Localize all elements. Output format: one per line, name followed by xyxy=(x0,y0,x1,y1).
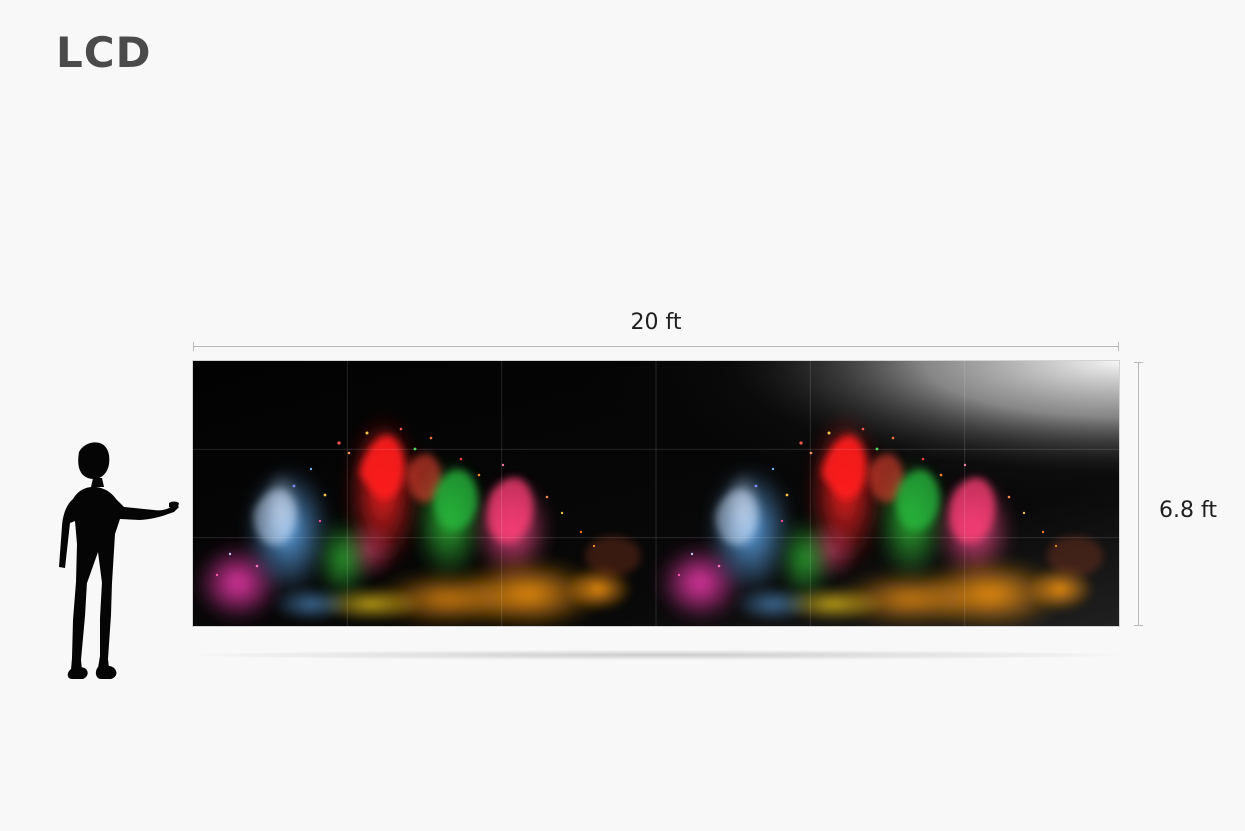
height-dimension-label: 6.8 ft xyxy=(1159,498,1217,523)
width-dimension-line xyxy=(193,342,1119,351)
video-wall-graphic xyxy=(193,361,1119,626)
width-dimension-label: 20 ft xyxy=(630,310,682,335)
person-silhouette-icon xyxy=(59,442,179,679)
height-dimension-line xyxy=(1134,362,1143,626)
floor-shadow xyxy=(198,650,1118,660)
lcd-video-wall-icon xyxy=(193,361,1119,626)
page-title: LCD xyxy=(56,28,152,77)
